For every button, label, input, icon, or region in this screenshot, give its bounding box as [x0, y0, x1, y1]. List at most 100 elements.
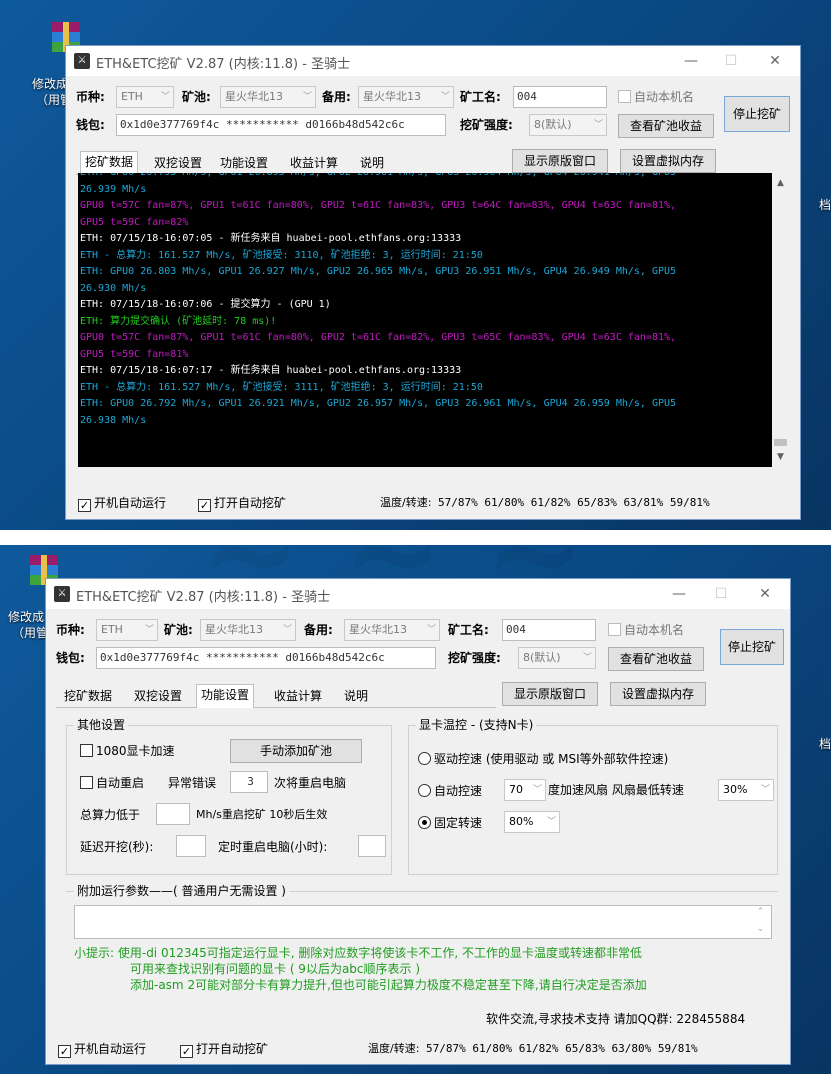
extra-params-scrollbar[interactable]: ⌃ ⌄	[752, 906, 769, 938]
add-pool-button[interactable]: 手动添加矿池	[230, 739, 362, 763]
intensity-select-2[interactable]: 8(默认) ﹀	[518, 647, 596, 669]
log-line: ETH - 总算力: 161.527 Mh/s, 矿池接受: 3110, 矿池拒…	[80, 249, 483, 261]
error-count-input[interactable]: 3	[230, 771, 268, 793]
log-line: ETH: 07/15/18-16:07:06 - 提交算力 - (GPU 1)	[80, 299, 331, 310]
gpu1080-checkbox[interactable]: 1080显卡加速	[80, 743, 175, 759]
tab-mining-data[interactable]: 挖矿数据	[80, 151, 139, 175]
stop-mining-button[interactable]: 停止挖矿	[724, 96, 790, 132]
tab-function-settings[interactable]: 功能设置	[216, 153, 272, 175]
coin-select[interactable]: ETH ﹀	[116, 86, 174, 108]
auto-start-checkbox[interactable]: ✓ 开机自动运行	[78, 495, 166, 512]
intensity-select[interactable]: 8(默认) ﹀	[529, 114, 607, 136]
app-icon: ⚔	[74, 53, 90, 69]
tab-earnings-calc[interactable]: 收益计算	[286, 153, 342, 175]
title-bar[interactable]: ⚔ ETH&ETC挖矿 V2.87 (内核:11.8) - 圣骑士 — ☐ ✕	[66, 46, 800, 76]
coin-label-2: 币种:	[56, 623, 85, 637]
miner-window-settings: ⚔ ETH&ETC挖矿 V2.87 (内核:11.8) - 圣骑士 — ☐ ✕ …	[45, 578, 791, 1065]
tab-strip: 挖矿数据 双挖设置 功能设置 收益计算 说明	[76, 151, 506, 175]
tab-dual-mining-2[interactable]: 双挖设置	[130, 686, 186, 708]
show-console-button[interactable]: 显示原版窗口	[512, 149, 608, 173]
auto-mine-checkbox[interactable]: ✓ 打开自动挖矿	[198, 495, 286, 512]
backup-label-2: 备用:	[304, 623, 333, 637]
tab-instructions[interactable]: 说明	[356, 153, 388, 175]
wallet-input[interactable]: 0x1d0e377769f4c *********** d0166b48d542…	[116, 114, 446, 136]
console-scrollbar[interactable]: ▲ ▼	[772, 173, 789, 467]
auto-name-checkbox-2[interactable]: 自动本机名	[608, 622, 684, 638]
auto-restart-checkbox[interactable]: 自动重启	[80, 775, 144, 791]
log-line: GPU5 t=59C fan=82%	[80, 216, 189, 228]
hash-low-label: 总算力低于	[80, 808, 141, 822]
pool-earnings-button-2[interactable]: 查看矿池收益	[608, 647, 704, 671]
desktop-top: 修改成 （用管 档 ⚔ ETH&ETC挖矿 V2.87 (内核:11.8) - …	[0, 0, 831, 530]
auto-ctrl-mid-label: 度加速风扇 风扇最低转速	[548, 783, 684, 797]
other-settings-title: 其他设置	[74, 717, 129, 733]
close-button-2[interactable]: ✕	[752, 583, 778, 605]
show-console-button-2[interactable]: 显示原版窗口	[502, 682, 598, 706]
title-bar-2[interactable]: ⚔ ETH&ETC挖矿 V2.87 (内核:11.8) - 圣骑士 — ☐ ✕	[46, 579, 790, 609]
backup-select[interactable]: 星火华北13 ﹀	[358, 86, 454, 108]
minimize-button-2[interactable]: —	[666, 583, 692, 605]
pool-select[interactable]: 星火华北13 ﹀	[220, 86, 316, 108]
pool-label-2: 矿池:	[164, 623, 193, 637]
scroll-thumb[interactable]	[774, 439, 787, 446]
auto-ctrl-radio[interactable]: 自动控速	[418, 783, 482, 799]
virtual-memory-button[interactable]: 设置虚拟内存	[620, 149, 716, 173]
tab-instructions-2[interactable]: 说明	[340, 686, 372, 708]
minimize-button[interactable]: —	[678, 50, 704, 72]
desktop-bottom: ~ ~ ~ 修改成 （用管 档 ⚔ ETH&ETC挖矿 V2.87 (内核:11…	[0, 545, 831, 1074]
coin-select-2[interactable]: ETH ﹀	[96, 619, 158, 641]
stop-mining-button-2[interactable]: 停止挖矿	[720, 629, 784, 665]
scroll-down-arrow-icon[interactable]: ▼	[772, 449, 789, 466]
log-line: ETH: GPU0 26.792 Mh/s, GPU1 26.921 Mh/s,…	[80, 398, 677, 409]
timed-restart-input[interactable]	[358, 835, 386, 857]
wallet-input-2[interactable]: 0x1d0e377769f4c *********** d0166b48d542…	[96, 647, 436, 669]
pool-earnings-button[interactable]: 查看矿池收益	[618, 114, 714, 138]
mining-log-console[interactable]: ETH: GPU0 26.793 Mh/s, GPU1 26.893 Mh/s,…	[78, 173, 772, 467]
maximize-button-2: ☐	[714, 586, 728, 602]
intensity-label-2: 挖矿强度:	[448, 651, 501, 665]
fixed-speed-select[interactable]: 80% ﹀	[504, 811, 560, 833]
extra-params-input[interactable]	[74, 905, 772, 939]
driver-ctrl-radio[interactable]: 驱动控速 (使用驱动 或 MSI等外部软件控速)	[418, 751, 668, 767]
log-line: 26.938 Mh/s	[80, 414, 147, 426]
virtual-memory-button-2[interactable]: 设置虚拟内存	[610, 682, 706, 706]
log-line: 26.930 Mh/s	[80, 282, 147, 294]
close-button[interactable]: ✕	[762, 50, 788, 72]
backup-label: 备用:	[322, 90, 351, 104]
tab-dual-mining[interactable]: 双挖设置	[150, 153, 206, 175]
delay-input[interactable]	[176, 835, 206, 857]
extra-scroll-up-icon[interactable]: ⌃	[752, 904, 769, 920]
worker-label-2: 矿工名:	[448, 623, 489, 637]
worker-input-2[interactable]: 004	[502, 619, 596, 641]
wallet-label: 钱包:	[76, 118, 105, 132]
temperature-label-2: 温度/转速:	[368, 1042, 420, 1055]
fixed-ctrl-radio[interactable]: 固定转速	[418, 815, 482, 831]
pool-select-2[interactable]: 星火华北13 ﹀	[200, 619, 296, 641]
worker-input[interactable]: 004	[513, 86, 607, 108]
log-line: GPU0 t=57C fan=87%, GPU1 t=61C fan=80%, …	[80, 200, 677, 211]
auto-temp-select[interactable]: 70 ﹀	[504, 779, 546, 801]
log-line: ETH: 07/15/18-16:07:17 - 新任务来自 huabei-po…	[80, 365, 462, 376]
log-line: ETH: 算力提交确认 (矿池延时: 78 ms)!	[80, 315, 277, 327]
support-text: 软件交流,寻求技术支持 请加QQ群: 228455884	[486, 1012, 746, 1026]
temperature-status-2: 温度/转速: 57/87% 61/80% 61/82% 65/83% 63/80…	[368, 1041, 698, 1057]
auto-start-checkbox-2[interactable]: ✓ 开机自动运行	[58, 1041, 146, 1058]
tab-function-settings-2[interactable]: 功能设置	[196, 684, 255, 708]
extra-scroll-down-icon[interactable]: ⌄	[752, 921, 769, 937]
tab-earnings-calc-2[interactable]: 收益计算	[270, 686, 326, 708]
error-label: 异常错误	[168, 776, 217, 790]
log-line: ETH: GPU0 26.793 Mh/s, GPU1 26.893 Mh/s,…	[80, 173, 772, 182]
scroll-up-arrow-icon[interactable]: ▲	[772, 175, 789, 192]
auto-mine-checkbox-2[interactable]: ✓ 打开自动挖矿	[180, 1041, 268, 1058]
log-line: ETH - 总算力: 161.527 Mh/s, 矿池接受: 3111, 矿池拒…	[80, 381, 483, 393]
auto-name-checkbox[interactable]: 自动本机名	[618, 89, 694, 105]
hash-low-input[interactable]	[156, 803, 190, 825]
app-icon-2: ⚔	[54, 586, 70, 602]
tab-strip-2: 挖矿数据 双挖设置 功能设置 收益计算 说明	[56, 684, 496, 708]
miner-window: ⚔ ETH&ETC挖矿 V2.87 (内核:11.8) - 圣骑士 — ☐ ✕ …	[65, 45, 801, 520]
coin-label: 币种:	[76, 90, 105, 104]
fan-min-select[interactable]: 30% ﹀	[718, 779, 774, 801]
backup-select-2[interactable]: 星火华北13 ﹀	[344, 619, 440, 641]
worker-label: 矿工名:	[460, 90, 501, 104]
tab-mining-data-2[interactable]: 挖矿数据	[60, 686, 116, 708]
